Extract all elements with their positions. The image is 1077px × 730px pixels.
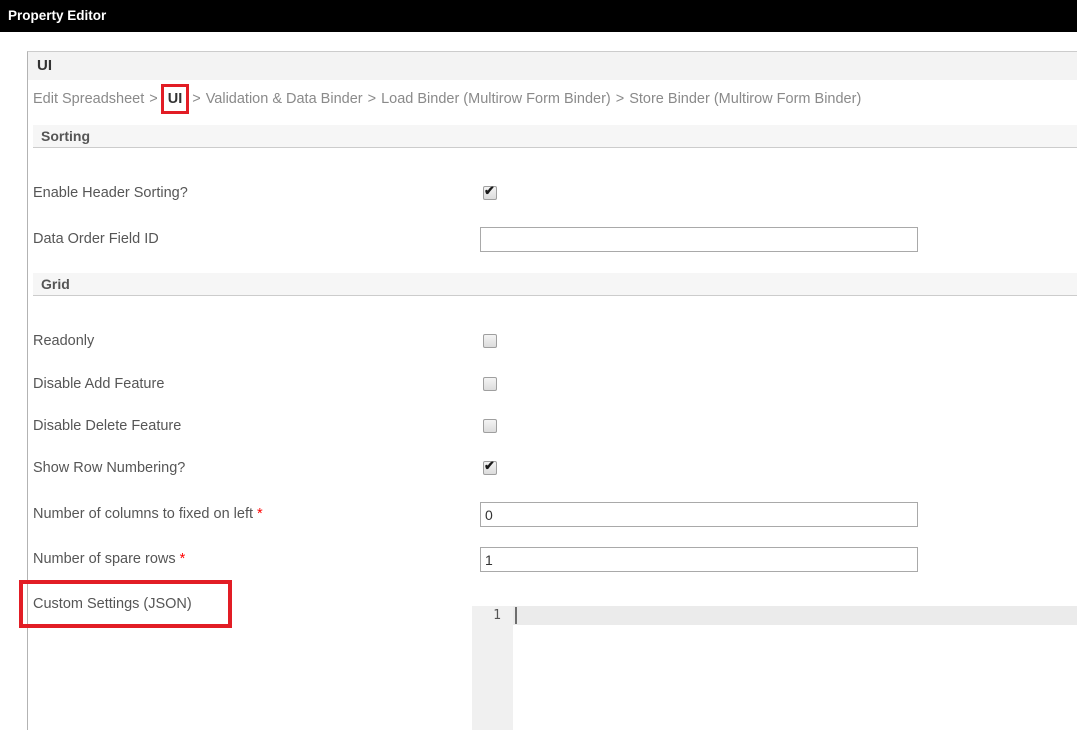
field-label: Readonly — [33, 333, 95, 349]
field-label: Number of spare rows * — [33, 544, 185, 574]
field-label: Disable Add Feature — [33, 376, 165, 392]
field-label: Number of columns to fixed on left * — [33, 499, 263, 529]
disable-add-feature-checkbox[interactable] — [483, 377, 497, 391]
breadcrumb-item-load-binder[interactable]: Load Binder (Multirow Form Binder) — [381, 91, 611, 107]
form-row-data-order-field-id: Data Order Field ID — [33, 224, 1077, 254]
breadcrumb-separator: > — [367, 91, 377, 107]
section-title: Sorting — [41, 128, 90, 144]
editor-line-number: 1 — [493, 608, 501, 623]
window-title: Property Editor — [8, 8, 107, 23]
editor-line-number-gutter: 1 — [472, 606, 513, 730]
show-row-numbering-checkbox[interactable] — [483, 458, 497, 475]
field-label: Custom Settings (JSON) — [33, 596, 192, 612]
window-titlebar: Property Editor — [0, 0, 1077, 32]
field-label: Enable Header Sorting? — [33, 185, 188, 201]
form-row-disable-add-feature: Disable Add Feature — [33, 369, 1077, 399]
disable-delete-feature-checkbox[interactable] — [483, 419, 497, 433]
breadcrumb-item-store-binder[interactable]: Store Binder (Multirow Form Binder) — [629, 91, 861, 107]
form-row-readonly: Readonly — [33, 326, 1077, 356]
section-header-sorting: Sorting — [33, 125, 1077, 148]
data-order-field-id-input[interactable] — [480, 227, 918, 252]
custom-settings-json-editor[interactable]: 1 — [472, 606, 1077, 730]
panel-title: UI — [37, 57, 52, 74]
form-row-enable-header-sorting: Enable Header Sorting? — [33, 178, 1077, 208]
editor-text-cursor — [515, 607, 517, 624]
enable-header-sorting-checkbox[interactable] — [483, 183, 497, 200]
field-label-text: Number of spare rows — [33, 551, 176, 567]
section-header-grid: Grid — [33, 273, 1077, 296]
breadcrumb-separator: > — [615, 91, 625, 107]
editor-active-line[interactable] — [513, 606, 1077, 625]
breadcrumb-separator: > — [149, 91, 158, 107]
form-row-show-row-numbering: Show Row Numbering? — [33, 453, 1077, 483]
form-row-number-of-spare-rows: Number of spare rows * — [33, 544, 1077, 574]
breadcrumb-separator: > — [192, 91, 201, 107]
field-label-text: Number of columns to fixed on left — [33, 506, 254, 522]
required-marker: * — [179, 551, 186, 567]
breadcrumb-item-edit-spreadsheet[interactable]: Edit Spreadsheet — [33, 91, 144, 107]
breadcrumb-item-current-ui[interactable]: UI — [160, 84, 190, 114]
property-editor-panel: UI Edit Spreadsheet > UI > Validation & … — [19, 51, 1077, 730]
breadcrumb-item-validation-data-binder[interactable]: Validation & Data Binder — [206, 91, 363, 107]
field-label: Disable Delete Feature — [33, 418, 182, 434]
readonly-checkbox[interactable] — [483, 334, 497, 348]
required-marker: * — [257, 506, 263, 522]
number-of-fixed-columns-input[interactable] — [480, 502, 918, 527]
form-row-number-of-fixed-columns: Number of columns to fixed on left * — [33, 499, 1077, 529]
breadcrumb: Edit Spreadsheet > UI > Validation & Dat… — [33, 82, 1077, 116]
section-title: Grid — [41, 276, 70, 292]
number-of-spare-rows-input[interactable] — [480, 547, 918, 572]
panel-section-header: UI — [28, 52, 1077, 80]
field-label: Show Row Numbering? — [33, 460, 186, 476]
form-row-disable-delete-feature: Disable Delete Feature — [33, 411, 1077, 441]
field-label: Data Order Field ID — [33, 231, 159, 247]
